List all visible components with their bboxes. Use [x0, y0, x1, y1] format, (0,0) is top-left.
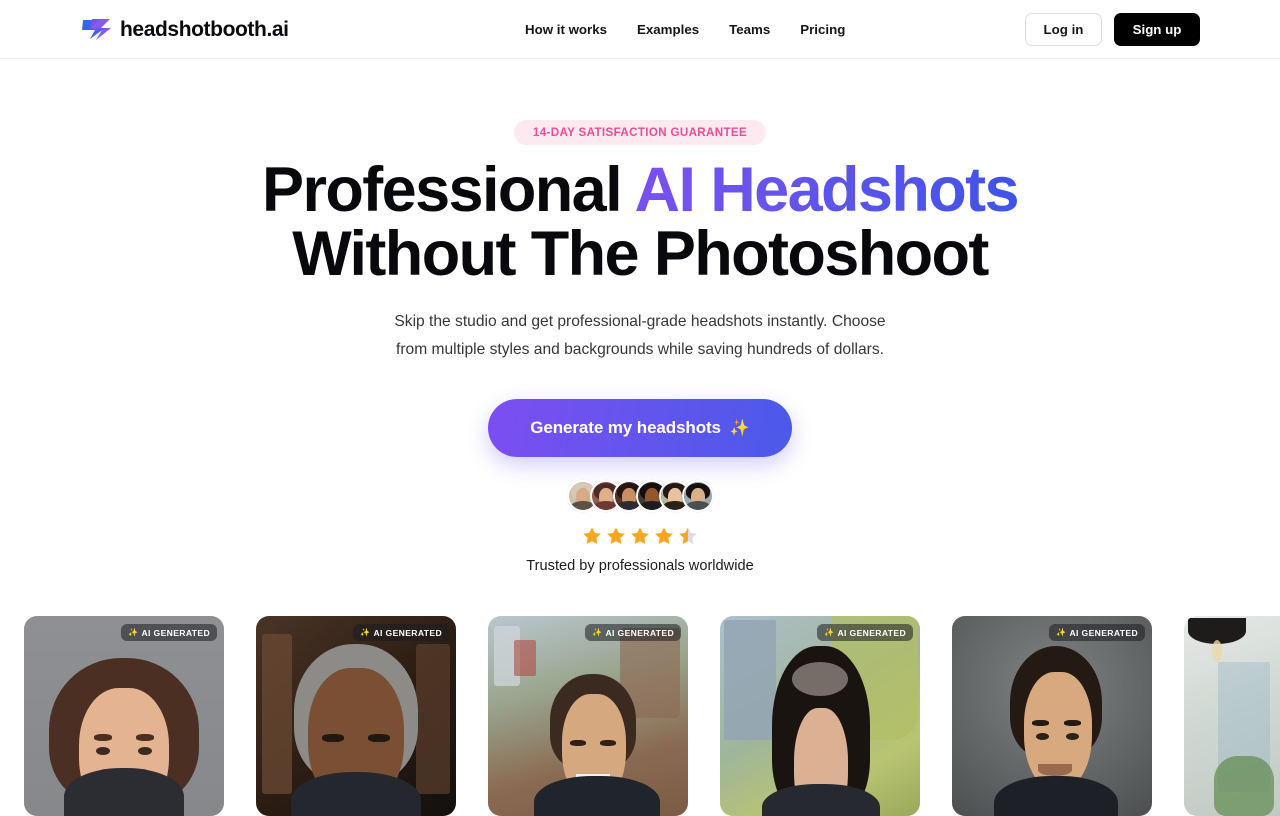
nav-item-teams[interactable]: Teams	[714, 22, 785, 37]
ai-generated-label: AI GENERATED	[373, 627, 442, 638]
gallery-card[interactable]: ✨ AI GENERATED	[720, 616, 920, 816]
hero-section: 14-DAY SATISFACTION GUARANTEE Profession…	[0, 59, 1280, 574]
ai-generated-badge: ✨ AI GENERATED	[1049, 624, 1145, 641]
ai-generated-badge: ✨ AI GENERATED	[353, 624, 449, 641]
sparkles-icon: ✨	[1056, 628, 1067, 637]
gallery-card[interactable]: ✨ AI GENERATED	[256, 616, 456, 816]
star-icon-full	[583, 527, 601, 545]
headshot-image	[952, 616, 1152, 816]
gallery-card[interactable]: ✨ AI GENERATED	[1184, 616, 1280, 816]
headshot-image	[256, 616, 456, 816]
headshot-image	[720, 616, 920, 816]
ai-generated-label: AI GENERATED	[141, 627, 210, 638]
headshot-image	[1184, 616, 1280, 816]
headline-part-2: Without The Photoshoot	[292, 219, 989, 289]
headshot-image	[24, 616, 224, 816]
sparkles-icon: ✨	[729, 420, 750, 437]
site-header: headshotbooth.ai How it works Examples T…	[0, 0, 1280, 59]
cta-container: Generate my headshots ✨	[0, 399, 1280, 457]
sparkles-icon: ✨	[128, 628, 139, 637]
sparkles-icon: ✨	[592, 628, 603, 637]
stacked-z-logo-icon	[81, 17, 111, 42]
hero-subtitle-line-1: Skip the studio and get professional-gra…	[394, 313, 886, 330]
trust-text: Trusted by professionals worldwide	[526, 558, 754, 574]
brand-logo[interactable]: headshotbooth.ai	[81, 0, 289, 59]
ai-generated-badge: ✨ AI GENERATED	[121, 624, 217, 641]
headline-part-1: Professional	[262, 155, 635, 225]
sparkles-icon: ✨	[824, 628, 835, 637]
hero-subtitle-line-2: from multiple styles and backgrounds whi…	[396, 341, 884, 358]
star-icon-full	[631, 527, 649, 545]
login-button[interactable]: Log in	[1025, 13, 1102, 46]
rating-stars	[0, 524, 1280, 548]
headshot-image	[488, 616, 688, 816]
gallery-card[interactable]: ✨ AI GENERATED	[488, 616, 688, 816]
nav-item-pricing[interactable]: Pricing	[785, 22, 860, 37]
signup-button[interactable]: Sign up	[1114, 13, 1200, 46]
headshot-gallery: ✨ AI GENERATED ✨ AI GENERATED ✨ AI GENER…	[24, 616, 1280, 816]
avatar-stack	[0, 480, 1280, 512]
sparkles-icon: ✨	[360, 628, 371, 637]
gallery-card[interactable]: ✨ AI GENERATED	[24, 616, 224, 816]
ai-generated-badge: ✨ AI GENERATED	[817, 624, 913, 641]
brand-name: headshotbooth.ai	[120, 17, 289, 41]
star-icon-full	[607, 527, 625, 545]
star-icon-full	[655, 527, 673, 545]
ai-generated-badge: ✨ AI GENERATED	[585, 624, 681, 641]
ai-generated-label: AI GENERATED	[1069, 627, 1138, 638]
headline-accent: AI Headshots	[634, 155, 1020, 225]
page-title: Professional AI Headshots Without The Ph…	[0, 158, 1280, 286]
cta-label: Generate my headshots	[530, 418, 721, 437]
ai-generated-label: AI GENERATED	[605, 627, 674, 638]
primary-nav: How it works Examples Teams Pricing	[510, 0, 860, 59]
avatar	[681, 480, 714, 512]
star-icon-half	[679, 527, 697, 545]
guarantee-badge: 14-DAY SATISFACTION GUARANTEE	[513, 120, 767, 145]
generate-headshots-button[interactable]: Generate my headshots ✨	[488, 399, 792, 457]
gallery-card[interactable]: ✨ AI GENERATED	[952, 616, 1152, 816]
ai-generated-label: AI GENERATED	[837, 627, 906, 638]
auth-actions: Log in Sign up	[1025, 0, 1200, 59]
hero-subtitle: Skip the studio and get professional-gra…	[0, 308, 1280, 364]
nav-item-examples[interactable]: Examples	[622, 22, 714, 37]
nav-item-how-it-works[interactable]: How it works	[510, 22, 622, 37]
